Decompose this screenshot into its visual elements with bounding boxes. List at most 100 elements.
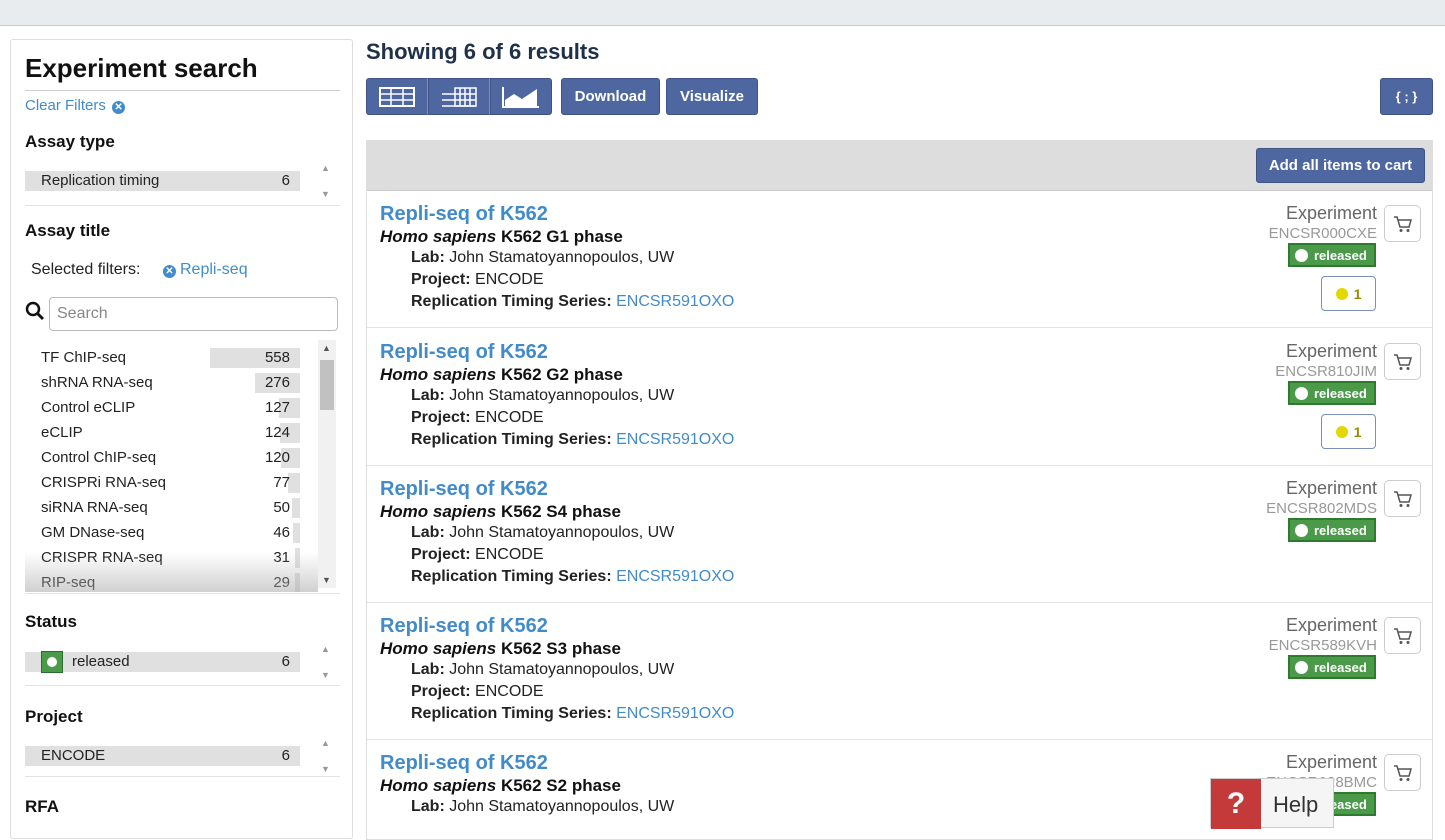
status-label: released <box>1314 385 1367 401</box>
status-dot-icon <box>1295 523 1308 537</box>
lab-label: Lab: <box>411 249 445 266</box>
cart-icon <box>1393 215 1412 232</box>
selected-filter-repli-seq[interactable]: ✕ Repli-seq <box>163 261 248 279</box>
result-series: Replication Timing Series: ENCSR591OXO <box>411 431 734 449</box>
term-bar <box>295 573 300 592</box>
add-to-cart-button[interactable] <box>1384 754 1421 791</box>
add-to-cart-button[interactable] <box>1384 205 1421 242</box>
result-project: Project: ENCODE <box>411 409 543 427</box>
facet-term[interactable]: TF ChIP-seq 558 <box>25 348 300 368</box>
result-item: Repli-seq of K562 Homo sapiens K562 S3 p… <box>367 603 1432 740</box>
add-to-cart-button[interactable] <box>1384 343 1421 380</box>
term-count: 120 <box>264 449 290 466</box>
term-count: 6 <box>281 172 290 189</box>
lab-label: Lab: <box>411 387 445 404</box>
table-view-button[interactable] <box>366 78 428 115</box>
result-series: Replication Timing Series: ENCSR591OXO <box>411 705 734 723</box>
facet-term[interactable]: GM DNase-seq 46 <box>25 523 300 543</box>
add-all-to-cart-button[interactable]: Add all items to cart <box>1256 148 1425 183</box>
project-label: Project: <box>411 271 471 288</box>
add-to-cart-button[interactable] <box>1384 617 1421 654</box>
series-link[interactable]: ENCSR591OXO <box>616 293 734 310</box>
term-bar <box>25 652 300 672</box>
facet-term[interactable]: siRNA RNA-seq 50 <box>25 498 300 518</box>
facet-term[interactable]: CRISPRi RNA-seq 77 <box>25 473 300 493</box>
facet-term[interactable]: RIP-seq 29 <box>25 573 300 592</box>
term-label: Replication timing <box>41 172 160 189</box>
series-label: Replication Timing Series: <box>411 568 612 585</box>
add-to-cart-button[interactable] <box>1384 480 1421 517</box>
series-link[interactable]: ENCSR591OXO <box>616 431 734 448</box>
series-link[interactable]: ENCSR591OXO <box>616 568 734 585</box>
result-title-link[interactable]: Repli-seq of K562 <box>380 615 548 638</box>
facet-term[interactable]: eCLIP 124 <box>25 423 300 443</box>
result-item: Repli-seq of K562 Homo sapiens K562 S4 p… <box>367 466 1432 603</box>
audit-count: 1 <box>1353 285 1362 302</box>
audit-button[interactable]: 1 <box>1321 276 1376 311</box>
lab-label: Lab: <box>411 524 445 541</box>
area-chart-icon <box>502 86 539 108</box>
result-lab: Lab: John Stamatoyannopoulos, UW <box>411 249 674 267</box>
result-title-link[interactable]: Repli-seq of K562 <box>380 478 548 501</box>
facet-term-released[interactable]: released 6 <box>25 651 300 673</box>
facet-scrollbar[interactable]: ▲ ▼ <box>318 161 336 201</box>
result-title-link[interactable]: Repli-seq of K562 <box>380 341 548 364</box>
help-button[interactable]: ? Help <box>1210 778 1334 829</box>
result-type: Experiment <box>1285 752 1377 772</box>
facet-term[interactable]: Control ChIP-seq 120 <box>25 448 300 468</box>
facet-term[interactable]: Control eCLIP 127 <box>25 398 300 418</box>
scroll-down-icon: ▼ <box>321 189 330 199</box>
project-value: ENCODE <box>475 409 544 426</box>
facet-scrollbar[interactable]: ▲ ▼ <box>318 642 336 682</box>
matrix-view-button[interactable] <box>428 78 490 115</box>
term-count: 558 <box>264 349 290 366</box>
biosample-phase: K562 S2 phase <box>500 776 621 795</box>
term-count: 46 <box>273 524 290 541</box>
series-label: Replication Timing Series: <box>411 705 612 722</box>
visualize-button[interactable]: Visualize <box>666 78 758 115</box>
result-project: Project: ENCODE <box>411 271 543 289</box>
cart-icon <box>1393 627 1412 644</box>
summary-view-button[interactable] <box>490 78 552 115</box>
result-title-link[interactable]: Repli-seq of K562 <box>380 203 548 226</box>
json-view-button[interactable]: { ; } <box>1380 78 1433 115</box>
assay-title-scrollbar[interactable]: ▲ ▼ <box>318 340 336 588</box>
term-label: GM DNase-seq <box>41 524 145 541</box>
status-badge: released <box>1288 243 1376 267</box>
status-badge: released <box>1288 381 1376 405</box>
facet-term[interactable]: CRISPR RNA-seq 31 <box>25 548 300 568</box>
result-subtitle: Homo sapiens K562 G2 phase <box>380 365 623 385</box>
download-button[interactable]: Download <box>561 78 660 115</box>
facet-term-encode[interactable]: ENCODE 6 <box>25 746 300 766</box>
result-subtitle: Homo sapiens K562 S2 phase <box>380 776 621 796</box>
audit-count: 1 <box>1353 423 1362 440</box>
lab-value: John Stamatoyannopoulos, UW <box>449 798 675 815</box>
result-title-link[interactable]: Repli-seq of K562 <box>380 752 548 775</box>
term-label: RIP-seq <box>41 574 96 591</box>
browser-top-bar <box>0 0 1445 26</box>
biosample-phase: K562 G2 phase <box>500 365 623 384</box>
scroll-up-icon: ▲ <box>321 738 330 748</box>
facet-scrollbar[interactable]: ▲ ▼ <box>318 736 336 776</box>
term-count: 276 <box>264 374 290 391</box>
clear-filters-link[interactable]: Clear Filters ✕ <box>25 97 126 114</box>
divider <box>25 776 340 777</box>
status-label: released <box>1314 247 1367 263</box>
facet-term[interactable]: shRNA RNA-seq 276 <box>25 373 300 393</box>
audit-button[interactable]: 1 <box>1321 414 1376 449</box>
result-subtitle: Homo sapiens K562 S3 phase <box>380 639 621 659</box>
project-value: ENCODE <box>475 546 544 563</box>
result-accession: ENCSR810JIM <box>1275 363 1377 380</box>
results-header: Add all items to cart <box>367 141 1432 191</box>
term-label: ENCODE <box>41 747 106 764</box>
series-link[interactable]: ENCSR591OXO <box>616 705 734 722</box>
term-label: Control eCLIP <box>41 399 136 416</box>
table-icon <box>379 86 415 107</box>
result-project: Project: ENCODE <box>411 683 543 701</box>
species-name: Homo sapiens <box>380 502 497 521</box>
result-series: Replication Timing Series: ENCSR591OXO <box>411 293 734 311</box>
term-count: 6 <box>281 747 290 764</box>
facet-term-replication-timing[interactable]: Replication timing 6 <box>25 171 300 191</box>
facet-search-input[interactable] <box>49 297 338 331</box>
scroll-thumb[interactable] <box>320 360 334 410</box>
